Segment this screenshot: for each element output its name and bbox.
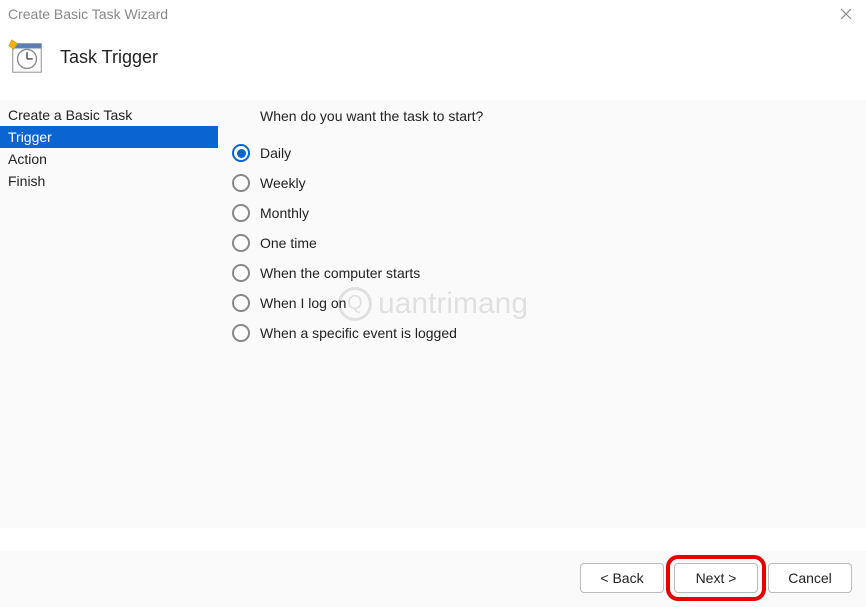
sidebar-item-label: Finish [8,173,45,189]
sidebar: Create a Basic Task Trigger Action Finis… [0,100,218,528]
radio-icon [232,174,250,192]
back-button[interactable]: < Back [580,563,664,593]
next-button[interactable]: Next > [674,563,758,593]
wizard-header: Task Trigger [0,24,866,100]
option-weekly[interactable]: Weekly [232,168,852,198]
wizard-footer: < Back Next > Cancel [0,551,866,607]
trigger-options: Daily Weekly Monthly One time When the c… [232,138,852,348]
option-label: One time [260,235,317,251]
radio-icon [232,324,250,342]
sidebar-item-label: Trigger [8,129,52,145]
radio-icon [232,144,250,162]
window-title: Create Basic Task Wizard [8,6,168,22]
titlebar: Create Basic Task Wizard [0,0,866,24]
page-title: Task Trigger [60,47,158,68]
option-computer-starts[interactable]: When the computer starts [232,258,852,288]
sidebar-item-finish[interactable]: Finish [0,170,218,192]
sidebar-item-label: Action [8,151,47,167]
close-icon[interactable] [838,6,854,22]
trigger-prompt: When do you want the task to start? [260,108,852,124]
option-specific-event[interactable]: When a specific event is logged [232,318,852,348]
option-label: Daily [260,145,291,161]
sidebar-item-create-task[interactable]: Create a Basic Task [0,104,218,126]
radio-icon [232,204,250,222]
clock-icon [8,38,46,76]
sidebar-item-label: Create a Basic Task [8,107,132,123]
option-label: Monthly [260,205,309,221]
option-label: When I log on [260,295,346,311]
option-label: When the computer starts [260,265,420,281]
option-label: When a specific event is logged [260,325,457,341]
option-monthly[interactable]: Monthly [232,198,852,228]
option-label: Weekly [260,175,306,191]
radio-icon [232,264,250,282]
sidebar-item-trigger[interactable]: Trigger [0,126,218,148]
main-panel: When do you want the task to start? Dail… [218,100,866,528]
option-daily[interactable]: Daily [232,138,852,168]
radio-icon [232,234,250,252]
option-log-on[interactable]: When I log on [232,288,852,318]
option-one-time[interactable]: One time [232,228,852,258]
cancel-button[interactable]: Cancel [768,563,852,593]
radio-icon [232,294,250,312]
sidebar-item-action[interactable]: Action [0,148,218,170]
wizard-body: Create a Basic Task Trigger Action Finis… [0,100,866,528]
